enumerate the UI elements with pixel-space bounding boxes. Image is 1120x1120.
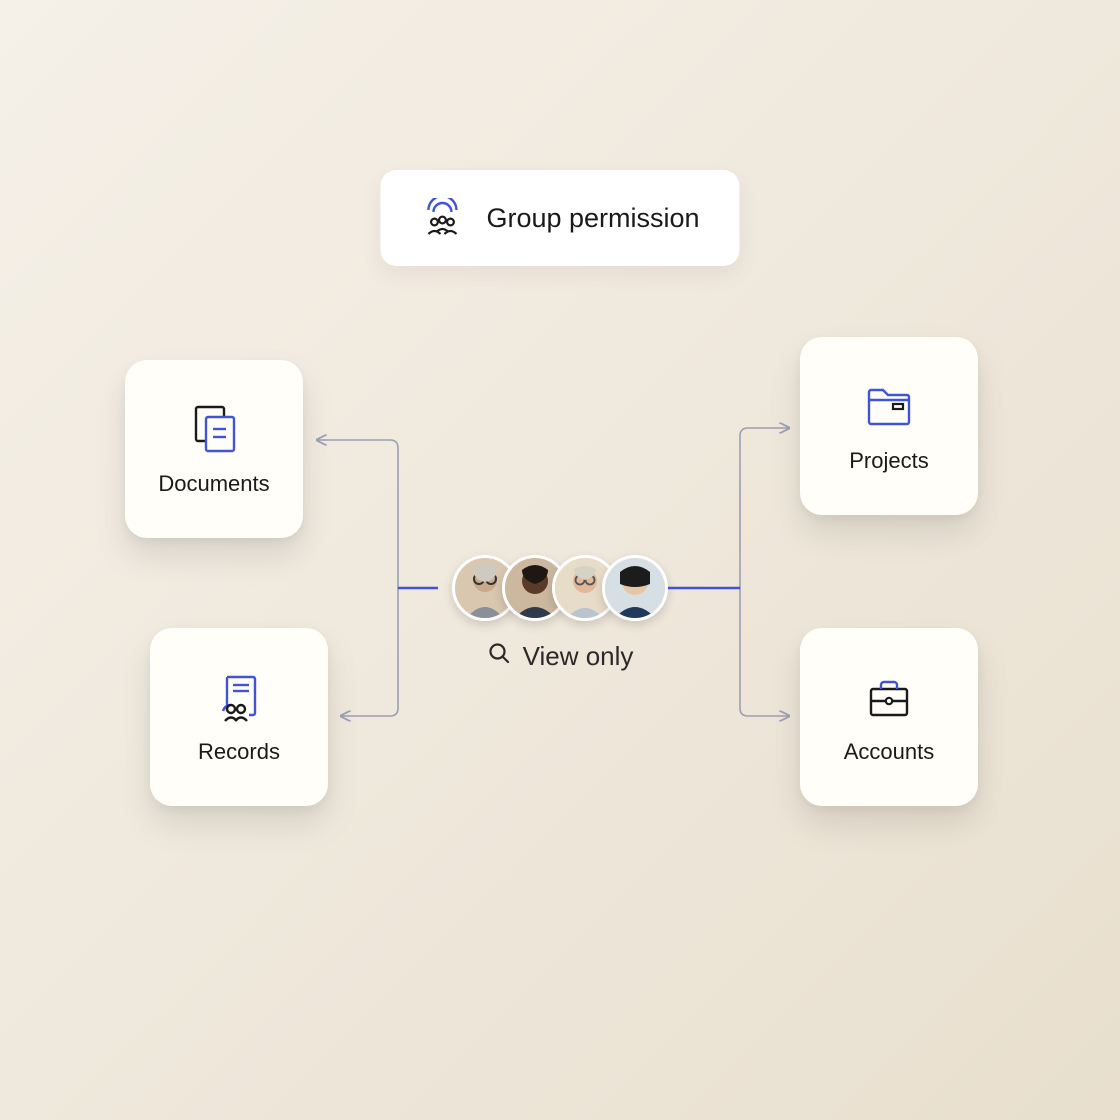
- node-documents-label: Documents: [158, 471, 269, 497]
- permission-label: View only: [523, 641, 634, 672]
- permission-indicator: View only: [487, 641, 634, 672]
- search-icon: [487, 641, 511, 672]
- node-projects-label: Projects: [849, 448, 928, 474]
- node-projects: Projects: [800, 337, 978, 515]
- node-records-label: Records: [198, 739, 280, 765]
- avatar-stack: [452, 555, 668, 621]
- node-documents: Documents: [125, 360, 303, 538]
- group-icon: [420, 190, 464, 246]
- node-records: Records: [150, 628, 328, 806]
- node-accounts-label: Accounts: [844, 739, 935, 765]
- records-icon: [211, 669, 267, 725]
- group-permission-pill: Group permission: [380, 170, 739, 266]
- center-group: View only: [452, 555, 668, 672]
- node-accounts: Accounts: [800, 628, 978, 806]
- folder-icon: [861, 378, 917, 434]
- briefcase-icon: [861, 669, 917, 725]
- documents-icon: [186, 401, 242, 457]
- avatar: [602, 555, 668, 621]
- group-permission-label: Group permission: [486, 203, 699, 234]
